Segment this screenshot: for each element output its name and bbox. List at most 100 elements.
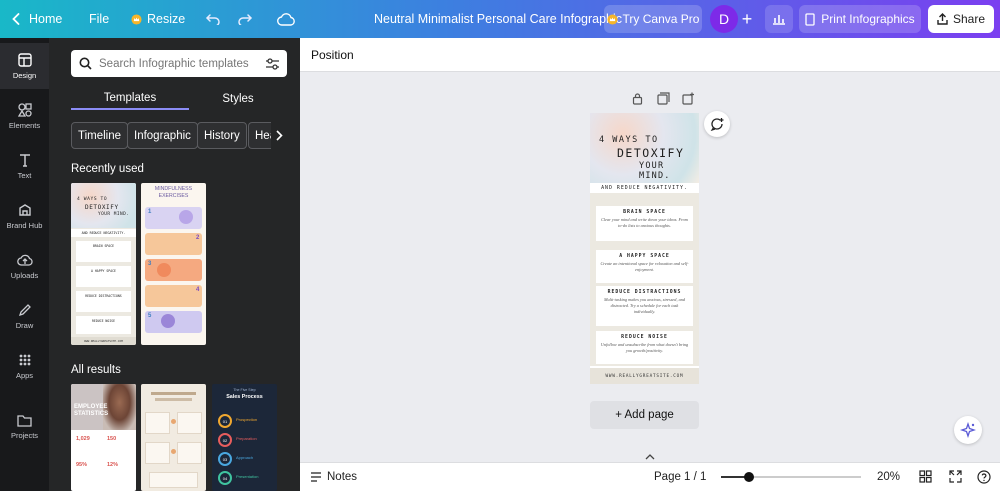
undo-button[interactable] <box>205 0 221 38</box>
card-text: Unfollow and unsubscribe from what doesn… <box>600 342 689 353</box>
chip-infographic[interactable]: Infographic <box>127 122 198 149</box>
grid-view-button[interactable] <box>919 470 932 483</box>
page-indicator[interactable]: Page 1 / 1 <box>654 463 706 491</box>
analytics-button[interactable] <box>765 5 793 33</box>
context-toolbar: Position <box>300 38 1000 72</box>
crown-icon <box>606 13 618 25</box>
thumb-dot <box>171 419 176 424</box>
position-button[interactable]: Position <box>311 48 354 62</box>
thumb-step-circle: 01 <box>218 414 232 428</box>
thumb-url: WWW.REALLYGREATSITE.COM <box>71 337 136 345</box>
thumb-subtitle: AND REDUCE NEGATIVITY. <box>71 229 136 237</box>
search-box[interactable] <box>71 50 287 77</box>
rail-item-uploads[interactable]: Uploads <box>0 243 49 289</box>
zoom-level[interactable]: 20% <box>877 463 900 491</box>
print-infographics-button[interactable]: Print Infographics <box>799 5 921 33</box>
thumb-step-card <box>145 259 202 281</box>
thumb-step-label: Presentation <box>236 474 259 479</box>
add-collaborator-button[interactable]: + <box>740 0 754 38</box>
zoom-slider-track[interactable] <box>721 472 861 482</box>
expand-icon <box>949 470 962 483</box>
rail-item-projects[interactable]: Projects <box>0 404 49 450</box>
thumb-line1: 4 WAYS TO <box>77 197 108 202</box>
add-page-button[interactable]: + Add page <box>590 401 699 429</box>
chevron-right-icon <box>275 130 283 141</box>
thumb-step-card <box>145 285 202 307</box>
lock-icon <box>632 93 643 105</box>
rail-item-draw[interactable]: Draw <box>0 293 49 339</box>
try-canva-pro-button[interactable]: Try Canva Pro <box>604 5 702 33</box>
redo-icon <box>237 13 253 25</box>
rail-label: Projects <box>10 431 39 440</box>
fullscreen-button[interactable] <box>949 470 962 483</box>
thumb-step-label: Preparation <box>236 436 257 441</box>
share-button[interactable]: Share <box>928 5 994 33</box>
rail-item-elements[interactable]: Elements <box>0 93 49 139</box>
duplicate-page-button[interactable] <box>657 92 670 105</box>
canvas-area: Position 4 WAYS TO DETOXIFY YOUR MIND. A… <box>300 38 1000 491</box>
rail-item-brand-hub[interactable]: Brand Hub <box>0 193 49 239</box>
chevron-up-icon <box>645 454 655 460</box>
plus-icon: + <box>741 8 753 29</box>
chevron-left-icon <box>12 13 20 25</box>
thumb-illustration <box>179 210 193 224</box>
thumb-title1: The Five Step <box>233 388 256 392</box>
thumb-title2: STATISTICS <box>74 411 109 417</box>
chips-scroll-right[interactable] <box>271 122 287 149</box>
home-label: Home <box>29 12 63 26</box>
avatar[interactable]: D <box>710 5 738 33</box>
rail-label: Apps <box>15 370 34 380</box>
home-button[interactable]: Home <box>12 0 62 38</box>
tab-styles[interactable]: Styles <box>189 88 287 110</box>
infographic-footer: WWW.REALLYGREATSITE.COM <box>590 368 699 384</box>
template-thumb-employee-statistics[interactable]: EMPLOYEE STATISTICS 1,029 150 95% 12% <box>71 384 136 491</box>
resize-button[interactable]: Resize <box>131 0 185 38</box>
rail-label: Design <box>12 70 37 80</box>
elements-icon <box>17 102 32 117</box>
show-pages-button[interactable] <box>640 452 660 462</box>
thumb-step-circle: 03 <box>218 452 232 466</box>
thumb-photo <box>103 384 136 430</box>
thumb-step-num: 5 <box>148 313 152 319</box>
search-input[interactable] <box>99 57 259 70</box>
thumb-section: BRAIN SPACE <box>76 241 131 262</box>
zoom-slider-knob[interactable] <box>744 472 754 482</box>
help-button[interactable] <box>977 470 991 484</box>
lock-page-button[interactable] <box>632 92 643 105</box>
share-label: Share <box>952 12 986 26</box>
thumb-text-line <box>151 392 196 395</box>
thumb-box <box>145 412 170 434</box>
rail-label: Elements <box>8 120 41 130</box>
add-page-icon-button[interactable] <box>682 92 695 105</box>
filter-icon[interactable] <box>265 57 280 70</box>
assistant-button[interactable] <box>954 416 982 444</box>
cloud-save-button[interactable] <box>277 0 295 38</box>
redo-button[interactable] <box>237 0 253 38</box>
add-comment-button[interactable] <box>704 111 730 137</box>
template-thumb-beige[interactable] <box>141 384 206 491</box>
template-thumb-detox[interactable]: 4 WAYS TO DETOXIFY YOUR MIND. AND REDUCE… <box>71 183 136 345</box>
rail-item-text[interactable]: Text <box>0 143 49 189</box>
thumb-box <box>149 472 198 488</box>
notes-button[interactable]: Notes <box>310 463 357 491</box>
thumb-section: REDUCE DISTRACTIONS <box>76 291 131 312</box>
chip-history[interactable]: History <box>197 122 247 149</box>
file-menu[interactable]: File <box>89 0 109 38</box>
document-title[interactable]: Neutral Minimalist Personal Care Infogra… <box>374 0 622 38</box>
rail-item-apps[interactable]: Apps <box>0 343 49 389</box>
chip-timeline[interactable]: Timeline <box>71 122 129 149</box>
rail-label: Draw <box>15 320 34 330</box>
search-icon <box>79 57 92 70</box>
resize-label: Resize <box>147 12 186 26</box>
thumb-title2: Sales Process <box>226 394 263 400</box>
template-thumb-mindfulness[interactable]: MINDFULNESS EXERCISES 1 2 3 4 5 <box>141 183 206 345</box>
left-rail: Design Elements Text Brand Hub Uploads D… <box>0 38 49 491</box>
rail-item-design[interactable]: Design <box>0 43 49 89</box>
infographic-line3: YOUR MIND. <box>639 161 671 181</box>
try-pro-label: Try Canva Pro <box>622 12 700 26</box>
rail-label: Uploads <box>10 270 39 280</box>
brand-hub-icon <box>18 203 31 216</box>
design-page[interactable]: 4 WAYS TO DETOXIFY YOUR MIND. AND REDUCE… <box>590 113 699 384</box>
template-thumb-sales-process[interactable]: The Five Step Sales Process 01 Prospecti… <box>212 384 277 491</box>
tab-templates[interactable]: Templates <box>71 88 189 110</box>
